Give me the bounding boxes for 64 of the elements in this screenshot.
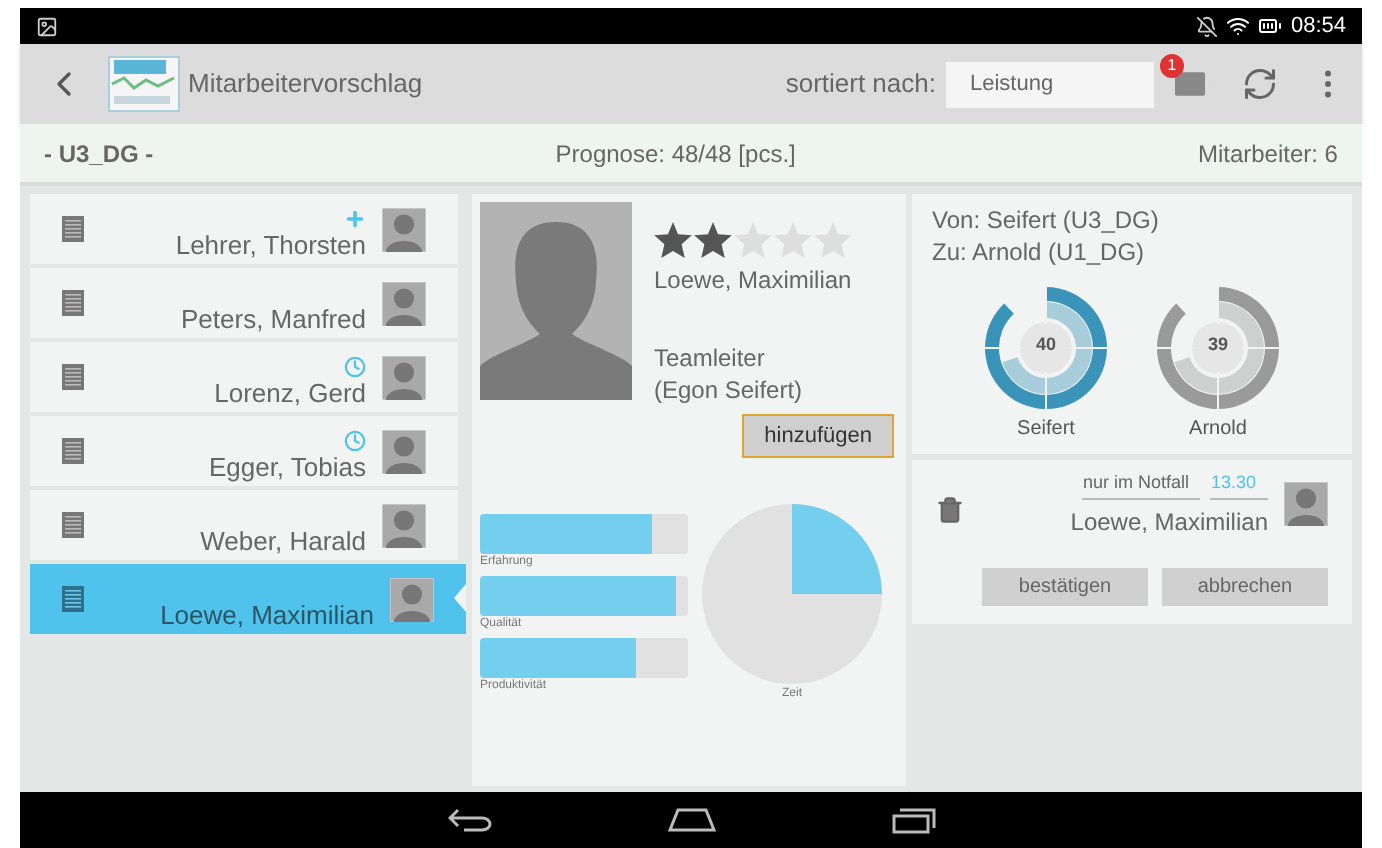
employee-name: Egger, Tobias bbox=[208, 452, 366, 482]
avatar-icon bbox=[1284, 482, 1328, 527]
employee-name: Lorenz, Gerd bbox=[214, 378, 366, 408]
employee-name: Peters, Manfred bbox=[181, 304, 366, 334]
gauge-label: Seifert bbox=[1017, 415, 1075, 443]
gauge-label: Arnold bbox=[1189, 415, 1247, 443]
add-button[interactable]: hinzufügen bbox=[742, 414, 894, 458]
employee-item[interactable]: Lorenz, Gerd bbox=[30, 342, 458, 412]
employee-item[interactable]: Lehrer, Thorsten bbox=[30, 194, 458, 264]
list-icon bbox=[62, 438, 84, 464]
plus-icon bbox=[344, 208, 366, 230]
employee-item[interactable]: Egger, Tobias bbox=[30, 416, 458, 486]
cancel-button[interactable]: abbrechen bbox=[1162, 567, 1328, 605]
sort-field[interactable]: Leistung bbox=[946, 61, 1154, 107]
assignee-name: Loewe, Maximilian bbox=[1070, 505, 1268, 539]
sort-label: sortiert nach: bbox=[785, 66, 936, 103]
employee-name: Loewe, Maximilian bbox=[160, 600, 374, 630]
priority-dropdown[interactable]: nur im Notfall bbox=[1082, 470, 1201, 499]
avatar-icon bbox=[390, 577, 434, 621]
avatar-icon bbox=[382, 281, 426, 325]
star-icon bbox=[734, 222, 772, 258]
supervisor-text: (Egon Seifert) bbox=[654, 374, 805, 406]
avatar-icon bbox=[382, 207, 426, 251]
confirm-button[interactable]: bestätigen bbox=[982, 567, 1148, 605]
clock-icon bbox=[344, 356, 366, 378]
gauge-value: 40 bbox=[1035, 332, 1056, 358]
star-icon bbox=[694, 222, 732, 258]
clock-time: 08:54 bbox=[1290, 11, 1346, 42]
from-text: Von: Seifert (U3_DG) bbox=[932, 204, 1161, 236]
gauge-value: 39 bbox=[1207, 332, 1228, 358]
muted-icon bbox=[1196, 15, 1219, 37]
list-icon bbox=[62, 290, 84, 316]
list-icon bbox=[62, 586, 84, 612]
portrait-icon bbox=[480, 202, 632, 400]
star-icon bbox=[654, 222, 692, 258]
employee-item[interactable]: Weber, Harald bbox=[30, 490, 458, 560]
employee-item[interactable]: Peters, Manfred bbox=[30, 268, 458, 338]
unit-label: - U3_DG - bbox=[44, 137, 154, 171]
back-nav-icon[interactable] bbox=[447, 808, 491, 832]
clock-icon bbox=[344, 430, 366, 452]
refresh-icon[interactable] bbox=[1242, 66, 1278, 102]
pointer-icon bbox=[454, 584, 466, 612]
image-icon bbox=[36, 15, 58, 37]
list-icon bbox=[62, 216, 84, 242]
avatar-icon bbox=[382, 355, 426, 399]
role-text: Teamleiter bbox=[654, 342, 767, 374]
page-title: Mitarbeitervorschlag bbox=[188, 66, 423, 103]
logo-icon bbox=[108, 56, 180, 112]
employee-item[interactable]: Loewe, Maximilian bbox=[30, 564, 466, 634]
home-nav-icon[interactable] bbox=[667, 808, 715, 832]
avatar-icon bbox=[382, 503, 426, 547]
trash-icon[interactable] bbox=[936, 496, 964, 525]
notification-badge: 1 bbox=[1160, 54, 1184, 78]
employee-name: Lehrer, Thorsten bbox=[175, 230, 366, 260]
list-icon bbox=[62, 364, 84, 390]
battery-icon bbox=[1258, 14, 1283, 38]
employee-name: Loewe, Maximilian bbox=[654, 264, 852, 298]
forecast-label: Prognose: 48/48 [pcs.] bbox=[555, 137, 796, 171]
list-icon bbox=[62, 512, 84, 538]
avatar-icon bbox=[382, 429, 426, 473]
to-text: Zu: Arnold (U1_DG) bbox=[932, 236, 1147, 268]
recents-nav-icon[interactable] bbox=[891, 807, 935, 833]
employee-name: Weber, Harald bbox=[200, 526, 366, 556]
staff-count: Mitarbeiter: 6 bbox=[1197, 137, 1338, 171]
